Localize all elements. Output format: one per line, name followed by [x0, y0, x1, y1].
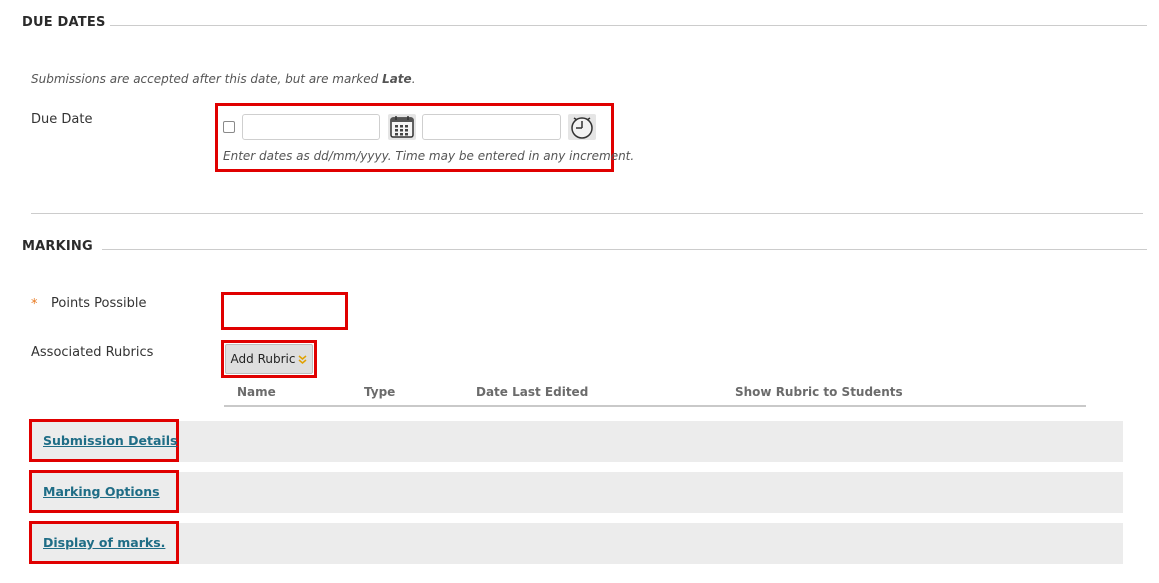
clock-button[interactable] [568, 114, 596, 140]
chevron-down-icon [298, 354, 307, 364]
late-emphasis: Late [382, 72, 412, 86]
rubric-col-type[interactable]: Type [364, 385, 395, 399]
due-dates-divider [110, 25, 1147, 26]
add-rubric-button[interactable]: Add Rubric [225, 344, 313, 374]
add-rubric-label: Add Rubric [230, 352, 296, 366]
points-possible-input[interactable] [224, 295, 345, 327]
required-asterisk: * [31, 297, 38, 312]
marking-heading: MARKING [22, 239, 93, 254]
rubric-col-show-to-students[interactable]: Show Rubric to Students [735, 385, 903, 399]
display-of-marks-link[interactable]: Display of marks. [43, 535, 165, 550]
points-possible-label: Points Possible [51, 296, 147, 311]
due-date-checkbox[interactable] [223, 121, 235, 133]
display-of-marks-row [31, 523, 1123, 564]
marking-divider [102, 249, 1147, 250]
instruction-text: Submissions are accepted after this date… [31, 72, 379, 86]
section-separator [31, 213, 1143, 214]
associated-rubrics-label: Associated Rubrics [31, 345, 154, 360]
rubric-col-name[interactable]: Name [237, 385, 276, 399]
due-date-label: Due Date [31, 112, 93, 127]
marking-options-row [31, 472, 1123, 513]
date-format-help: Enter dates as dd/mm/yyyy. Time may be e… [223, 149, 635, 163]
calendar-icon [390, 116, 414, 138]
rubric-table-divider [224, 405, 1086, 407]
submission-details-link[interactable]: Submission Details [43, 433, 177, 448]
due-time-input[interactable] [422, 114, 561, 140]
due-date-instruction: Submissions are accepted after this date… [31, 72, 416, 86]
clock-icon [571, 117, 593, 139]
marking-options-link[interactable]: Marking Options [43, 484, 160, 499]
rubric-col-date-last-edited[interactable]: Date Last Edited [476, 385, 588, 399]
instruction-end: . [411, 72, 416, 86]
calendar-button[interactable] [388, 114, 416, 140]
submission-details-row [31, 421, 1123, 462]
due-dates-heading: DUE DATES [22, 15, 106, 30]
due-date-input[interactable] [242, 114, 380, 140]
